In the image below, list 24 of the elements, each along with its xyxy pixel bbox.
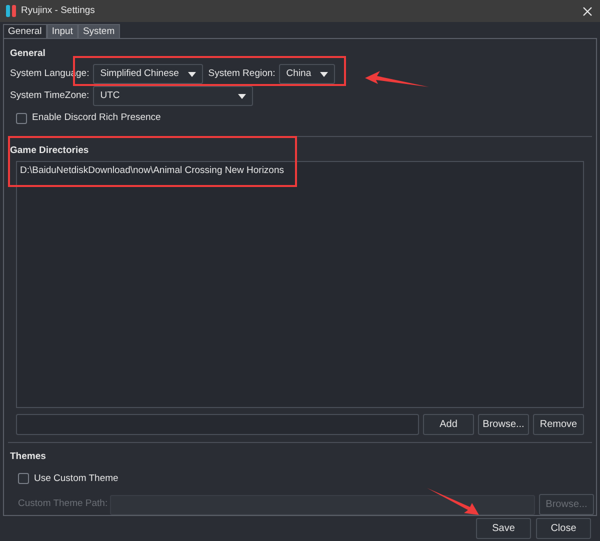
checkbox-label: Enable Discord Rich Presence — [32, 111, 161, 126]
dropdown[interactable]: Simplified Chinese — [93, 64, 204, 84]
window-title: Ryujinx - Settings — [21, 4, 96, 18]
section-heading: General — [10, 47, 46, 61]
field-label: System TimeZone: — [10, 89, 90, 104]
tab[interactable]: System — [78, 24, 120, 39]
section-heading: Themes — [10, 450, 47, 464]
field-label: Custom Theme Path: — [18, 497, 108, 512]
button[interactable]: Save — [476, 518, 531, 539]
button[interactable]: Browse... — [478, 414, 529, 434]
button[interactable]: Add — [423, 414, 474, 434]
tab[interactable]: Input — [46, 24, 78, 39]
section-heading: Game Directories — [10, 144, 90, 158]
button[interactable]: Close — [536, 518, 591, 539]
dropdown[interactable]: UTC — [93, 86, 254, 106]
button[interactable]: Remove — [533, 414, 584, 434]
field-label: System Region: — [208, 67, 276, 82]
directory-item[interactable]: D:\BaiduNetdiskDownload\now\Animal Crossing New Horizons — [20, 164, 580, 178]
dropdown-value: Simplified Chinese — [100, 67, 179, 82]
dropdown[interactable]: China — [279, 64, 336, 84]
tab[interactable]: General — [3, 24, 47, 39]
checkbox-label: Use Custom Theme — [34, 472, 118, 486]
dropdown-value: China — [286, 67, 312, 82]
dropdown-value: UTC — [100, 89, 120, 104]
